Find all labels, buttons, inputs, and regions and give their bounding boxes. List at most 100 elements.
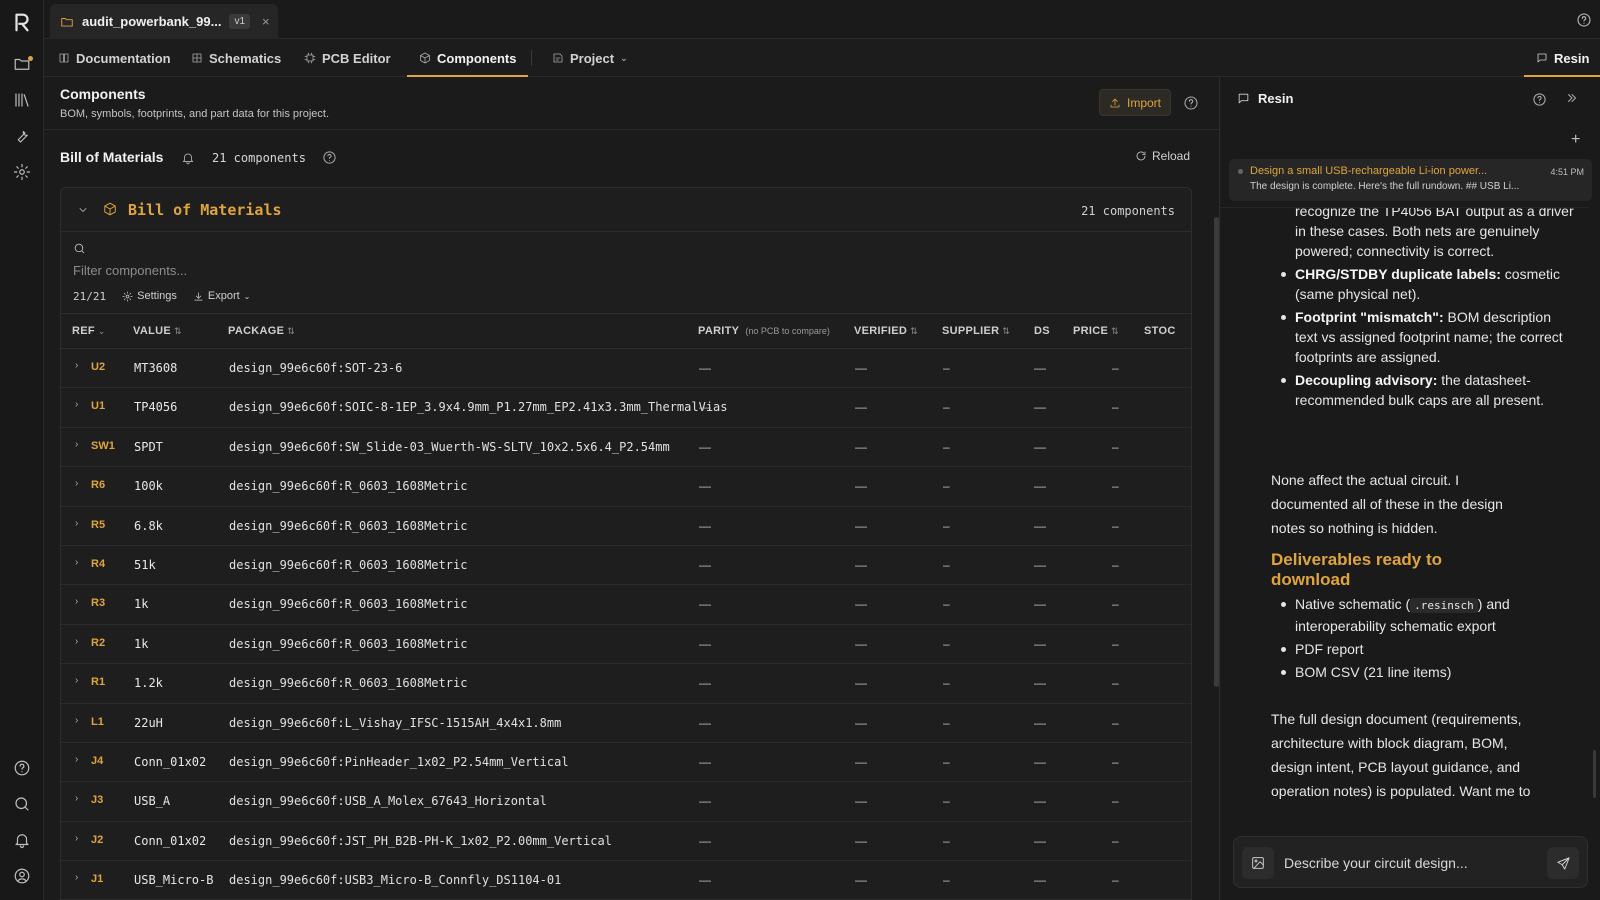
empty-cell: — — [699, 400, 711, 415]
chat-icon — [1237, 92, 1250, 105]
chat-scrollbar[interactable] — [1593, 750, 1596, 798]
chevron-right-icon[interactable]: › — [75, 636, 78, 647]
list-item: CHRG/STDBY duplicate labels: cosmetic (s… — [1281, 264, 1577, 304]
nav-separator — [531, 50, 532, 66]
chevron-right-icon[interactable]: › — [75, 675, 78, 686]
chat-messages: recognize the TP4056 BAT output as a dri… — [1221, 207, 1589, 810]
tab-components[interactable]: Components — [406, 39, 529, 77]
column-supplier[interactable]: SUPPLIER ⇅ — [942, 325, 1010, 337]
page-title: Components — [60, 86, 146, 102]
empty-cell: – — [943, 754, 950, 769]
table-row[interactable]: › R5 6.8k design_99e6c60f:R_0603_1608Metric… — [61, 507, 1191, 546]
column-parity[interactable]: PARITY (no PCB to compare) — [698, 325, 830, 337]
file-tab[interactable]: audit_powerbank_99... v1 × — [50, 4, 278, 39]
table-row[interactable]: › U1 TP4056 design_99e6c60f:SOIC-8-1EP_3.9x… — [61, 388, 1191, 428]
chevron-right-icon[interactable]: › — [75, 439, 78, 450]
settings-gear-icon[interactable] — [10, 160, 34, 184]
empty-cell: – — [1112, 715, 1119, 730]
column-stock[interactable]: STOC — [1144, 325, 1176, 337]
table-row[interactable]: › R2 1k design_99e6c60f:R_0603_1608Metric — —… — [61, 625, 1191, 665]
download-icon — [193, 291, 204, 302]
value-cell: 6.8k — [134, 518, 163, 533]
empty-cell: — — [1034, 597, 1046, 612]
main-scrollbar[interactable] — [1214, 217, 1219, 687]
empty-cell: — — [1034, 794, 1046, 809]
table-toolbar: 21/21 Settings Export ⌄ — [73, 287, 250, 305]
table-row[interactable]: › SW1 SPDT design_99e6c60f:SW_Slide-03_Wuer… — [61, 428, 1191, 468]
column-verified[interactable]: VERIFIED ⇅ — [854, 325, 918, 337]
filter-components-input[interactable] — [71, 260, 571, 280]
bell-icon[interactable] — [181, 151, 195, 165]
table-row[interactable]: › R1 1.2k design_99e6c60f:R_0603_1608Metric… — [61, 664, 1191, 704]
help-icon[interactable] — [322, 150, 337, 165]
tab-project[interactable]: Project ⌄ — [552, 39, 628, 77]
table-row[interactable]: › L1 22uH design_99e6c60f:L_Vishay_IFSC-151… — [61, 704, 1191, 743]
deliverables-list: Native schematic (.resinsch) and interop… — [1281, 594, 1535, 685]
empty-cell: — — [1034, 636, 1046, 651]
help-icon[interactable] — [1183, 95, 1199, 111]
tab-pcb-editor[interactable]: PCB Editor — [304, 39, 391, 77]
collapse-panel-icon[interactable] — [1565, 91, 1579, 105]
empty-cell: – — [1112, 754, 1119, 769]
chevron-down-icon[interactable] — [77, 204, 89, 216]
column-price[interactable]: PRICE ⇅ — [1073, 325, 1119, 337]
wrench-icon[interactable] — [10, 124, 34, 148]
chevron-right-icon[interactable]: › — [75, 754, 78, 765]
package-cell: design_99e6c60f:USB_A_Molex_67643_Horizo… — [229, 794, 547, 809]
close-tab-button[interactable]: × — [262, 14, 270, 29]
chevron-right-icon[interactable]: › — [75, 518, 78, 529]
folder-icon[interactable] — [10, 52, 34, 76]
column-value[interactable]: VALUE ⇅ — [133, 325, 182, 337]
ref-cell: R4 — [91, 557, 106, 570]
new-chat-button[interactable]: + — [1571, 131, 1580, 149]
chevron-right-icon[interactable]: › — [75, 478, 78, 489]
top-bar: audit_powerbank_99... v1 × — [44, 0, 1600, 39]
sort-icon: ⇅ — [287, 326, 296, 336]
settings-button[interactable]: Settings — [122, 290, 177, 302]
help-icon[interactable] — [1576, 12, 1592, 28]
search-icon[interactable] — [10, 792, 34, 816]
export-button[interactable]: Export ⌄ — [193, 290, 250, 302]
bom-table-body: › U2 MT3608 design_99e6c60f:SOT-23-6 — — – — – › U… — [61, 349, 1191, 900]
attach-image-button[interactable] — [1242, 847, 1274, 879]
table-row[interactable]: › J3 USB_A design_99e6c60f:USB_A_Molex_6764… — [61, 782, 1191, 822]
bell-icon[interactable] — [10, 828, 34, 852]
column-ds[interactable]: DS — [1034, 325, 1050, 337]
table-row[interactable]: › J1 USB_Micro-B design_99e6c60f:USB3_Micro… — [61, 861, 1191, 900]
table-row[interactable]: › R3 1k design_99e6c60f:R_0603_1608Metric — —… — [61, 585, 1191, 625]
import-button[interactable]: Import — [1099, 89, 1171, 116]
conversation-item[interactable]: Design a small USB-rechargeable Li-ion p… — [1229, 159, 1592, 201]
empty-cell: — — [1034, 833, 1046, 848]
table-row[interactable]: › J4 Conn_01x02 design_99e6c60f:PinHeader_1… — [61, 743, 1191, 783]
file-name: audit_powerbank_99... — [82, 14, 222, 29]
library-icon[interactable] — [10, 88, 34, 112]
chevron-right-icon[interactable]: › — [75, 596, 78, 607]
table-row[interactable]: › U2 MT3608 design_99e6c60f:SOT-23-6 — — – — – — [61, 349, 1191, 389]
chevron-right-icon[interactable]: › — [75, 872, 78, 883]
table-row[interactable]: › R4 51k design_99e6c60f:R_0603_1608Metric —… — [61, 546, 1191, 586]
chevron-right-icon[interactable]: › — [75, 360, 78, 371]
bom-card-header[interactable]: Bill of Materials 21 components — [61, 188, 1191, 232]
tab-resin[interactable]: Resin — [1523, 39, 1600, 77]
table-row[interactable]: › R6 100k design_99e6c60f:R_0603_1608Metric… — [61, 467, 1191, 507]
logo-icon[interactable] — [10, 10, 34, 34]
account-icon[interactable] — [10, 864, 34, 888]
sort-icon: ⇅ — [173, 326, 182, 336]
chevron-right-icon[interactable]: › — [75, 715, 78, 726]
column-package[interactable]: PACKAGE ⇅ — [228, 325, 295, 337]
column-ref[interactable]: REF ⌄ — [72, 325, 106, 337]
chat-input[interactable] — [1284, 851, 1534, 875]
chevron-right-icon[interactable]: › — [75, 833, 78, 844]
chevron-right-icon[interactable]: › — [75, 557, 78, 568]
tab-schematics[interactable]: Schematics — [191, 39, 281, 77]
tab-documentation[interactable]: Documentation — [58, 39, 171, 77]
table-row[interactable]: › J2 Conn_01x02 design_99e6c60f:JST_PH_B2B-… — [61, 822, 1191, 862]
empty-cell: – — [943, 361, 950, 375]
empty-cell: — — [1034, 439, 1046, 454]
help-icon[interactable] — [1532, 92, 1547, 107]
send-button[interactable] — [1547, 847, 1579, 879]
chevron-right-icon[interactable]: › — [75, 793, 78, 804]
reload-button[interactable]: Reload — [1135, 149, 1190, 163]
help-icon[interactable] — [10, 756, 34, 780]
chevron-right-icon[interactable]: › — [75, 399, 78, 410]
